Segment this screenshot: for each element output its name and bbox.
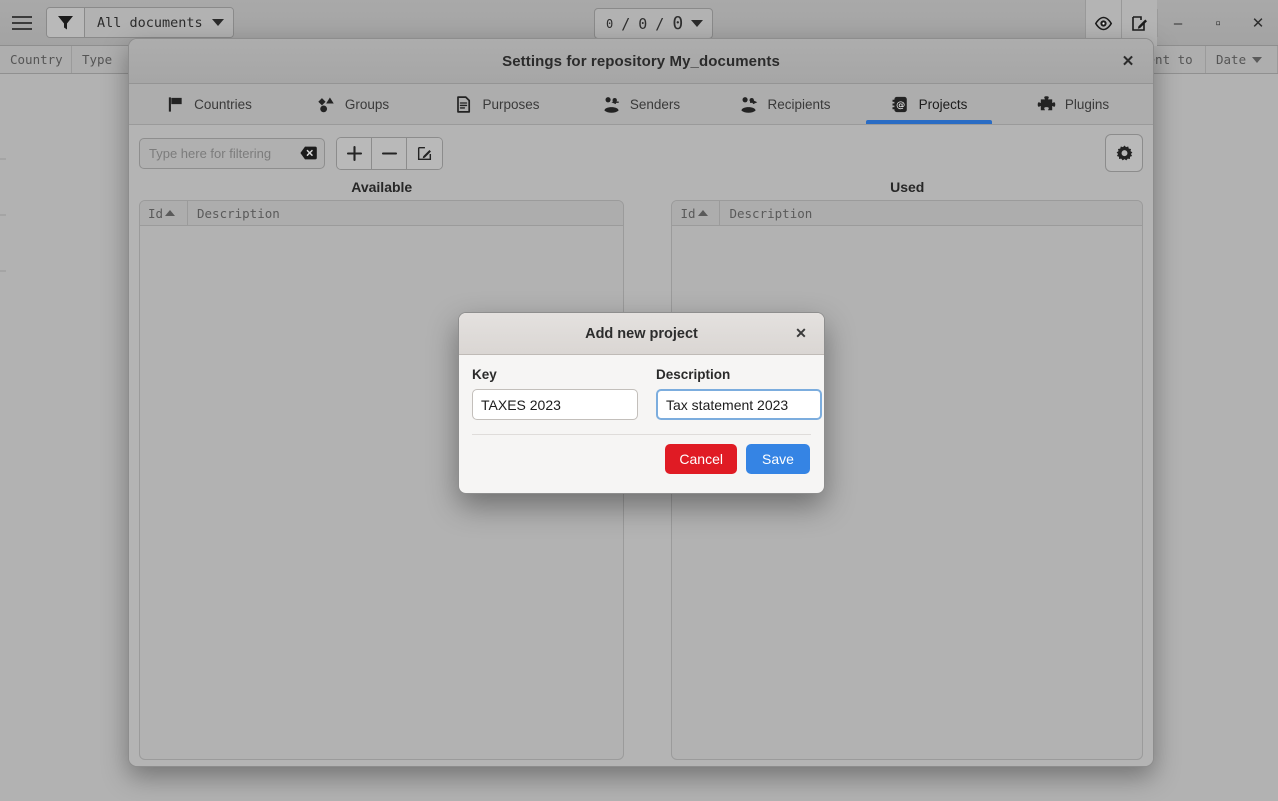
used-column-id-label: Id [680, 205, 696, 221]
counter-sep-1: / [621, 14, 631, 33]
window-close-button[interactable]: ✕ [1238, 0, 1278, 46]
tab-label: Senders [629, 96, 681, 112]
edit-project-button[interactable] [407, 137, 442, 169]
key-input[interactable] [472, 389, 638, 420]
document-counter-dropdown[interactable]: 0 / 0 / 0 [594, 8, 714, 39]
dialog-actions: Cancel Save [459, 435, 824, 474]
add-project-dialog: Add new project ✕ Key Description Cancel… [458, 312, 825, 494]
filter-input-wrapper [139, 137, 353, 169]
tab-label: Purposes [482, 96, 540, 112]
description-input[interactable] [656, 389, 822, 420]
chevron-down-icon [691, 20, 704, 27]
document-filter-dropdown[interactable]: All documents [85, 8, 233, 37]
puzzle-icon [1037, 95, 1056, 110]
eye-icon [1094, 16, 1113, 30]
used-column-description[interactable]: Description [720, 201, 812, 225]
key-label: Key [472, 367, 497, 382]
tab-projects[interactable]: @ Projects [857, 84, 1001, 124]
column-header-date[interactable]: Date [1206, 46, 1278, 73]
settings-titlebar: Settings for repository My_documents ✕ [129, 39, 1153, 84]
used-list-header: Id Description [672, 201, 1142, 226]
available-column-id-label: Id [148, 205, 164, 221]
shapes-icon [318, 96, 334, 112]
tab-label: Projects [918, 96, 968, 112]
available-column-description[interactable]: Description [188, 201, 280, 225]
edit-document-icon [1132, 15, 1147, 31]
document-filter-label: All documents [97, 14, 203, 31]
window-minimize-button[interactable]: – [1158, 0, 1198, 46]
dialog-body: Key Description [459, 355, 824, 420]
minus-icon [381, 151, 397, 155]
projects-toolbar [139, 134, 1143, 172]
counter-part-2: 0 [638, 14, 648, 33]
funnel-filter-button[interactable] [47, 8, 85, 37]
projects-settings-button[interactable] [1105, 134, 1143, 172]
cancel-button[interactable]: Cancel [665, 444, 737, 474]
tab-label: Recipients [767, 96, 831, 112]
window-maximize-button[interactable]: ▫ [1198, 0, 1238, 46]
flag-icon [168, 96, 182, 112]
used-caption: Used [890, 179, 925, 195]
counter-part-1: 0 [606, 16, 614, 31]
tab-recipients[interactable]: Recipients [713, 84, 857, 124]
sort-ascending-icon [165, 210, 176, 216]
clear-icon[interactable] [300, 146, 317, 160]
gear-icon [1116, 145, 1132, 160]
available-caption: Available [351, 179, 413, 195]
application-root: All documents 0 / 0 / 0 – ▫ ✕ Country Ty… [0, 0, 1278, 801]
filter-input[interactable] [140, 145, 353, 161]
dialog-title: Add new project [585, 325, 698, 342]
used-column-id[interactable]: Id [672, 201, 721, 225]
available-list-header: Id Description [140, 201, 624, 226]
chevron-down-icon [211, 19, 224, 26]
description-field-group: Description [656, 367, 822, 420]
column-header-country[interactable]: Country [0, 46, 72, 73]
sort-ascending-icon [697, 210, 708, 216]
filter-selector-group: All documents [46, 7, 234, 38]
tab-label: Groups [344, 96, 390, 112]
column-header-type[interactable]: Type [72, 46, 130, 73]
recipients-icon [741, 96, 758, 113]
counter-part-3: 0 [672, 13, 684, 34]
senders-icon [604, 96, 619, 113]
svg-text:@: @ [896, 100, 905, 110]
tab-plugins[interactable]: Plugins [1001, 84, 1145, 124]
tab-groups[interactable]: Groups [281, 84, 425, 124]
edit-icon [417, 146, 432, 160]
tab-label: Countries [194, 96, 252, 112]
column-header-date-label: Date [1216, 52, 1247, 67]
sort-descending-icon [1252, 56, 1263, 63]
document-icon [457, 95, 471, 113]
remove-project-button[interactable] [372, 137, 407, 169]
save-button[interactable]: Save [746, 444, 810, 474]
tab-countries[interactable]: Countries [137, 84, 281, 124]
tab-purposes[interactable]: Purposes [425, 84, 569, 124]
description-label: Description [656, 367, 731, 382]
funnel-icon [58, 16, 73, 30]
tab-senders[interactable]: Senders [569, 84, 713, 124]
available-column-id[interactable]: Id [140, 201, 188, 225]
settings-window-title: Settings for repository My_documents [502, 52, 780, 70]
hamburger-icon [12, 12, 32, 34]
dialog-titlebar: Add new project ✕ [459, 313, 824, 355]
tab-active-indicator [865, 120, 993, 124]
key-field-group: Key [472, 367, 638, 420]
dialog-close-button[interactable]: ✕ [789, 322, 813, 346]
settings-tabbar: Countries Groups Purposes Senders Recipi… [129, 84, 1153, 125]
counter-sep-2: / [655, 14, 665, 33]
settings-close-button[interactable]: ✕ [1115, 48, 1141, 74]
address-book-icon: @ [892, 96, 907, 112]
main-menu-button[interactable] [0, 0, 44, 46]
tab-label: Plugins [1064, 96, 1110, 112]
